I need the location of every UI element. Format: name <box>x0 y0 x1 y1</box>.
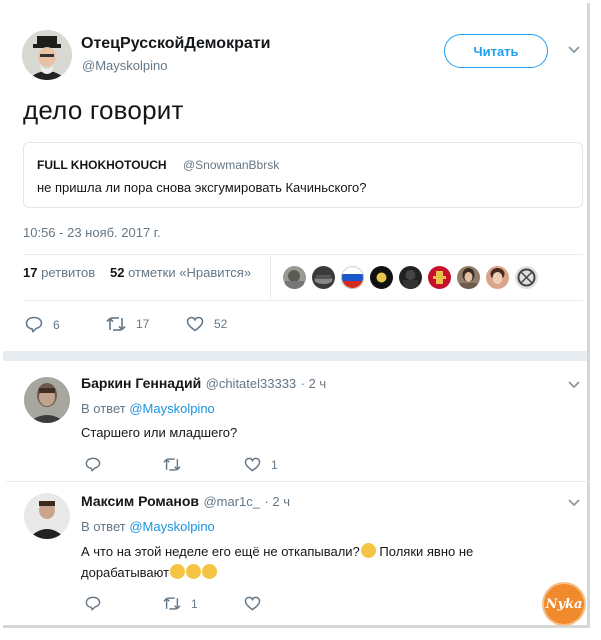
reply-to-handle[interactable]: @Mayskolpino <box>129 519 214 534</box>
chevron-down-icon[interactable] <box>567 380 581 390</box>
reply-header: Максим Романов @mar1c_ · 2 ч <box>81 493 290 511</box>
thinking-face-emoji <box>360 543 376 558</box>
retweet-count: 1 <box>191 596 198 611</box>
liker-avatar[interactable] <box>486 266 509 289</box>
liker-avatar[interactable] <box>341 266 364 289</box>
liker-avatar[interactable] <box>283 266 306 289</box>
like-action[interactable] <box>244 596 261 611</box>
reply-time[interactable]: · 2 ч <box>264 494 290 509</box>
retweet-action[interactable]: 17 <box>106 316 149 332</box>
retweets-label: ретвитов <box>41 265 96 280</box>
likes-count: 52 <box>110 265 125 280</box>
watermark-text: Nyka <box>545 596 583 612</box>
chevron-down-icon[interactable] <box>567 498 581 508</box>
divider <box>6 481 590 482</box>
quoted-tweet[interactable]: FULL KHOKHOTOUCH @SnowmanBbrsk не пришла… <box>23 142 583 208</box>
reply-icon <box>25 316 43 333</box>
reply-avatar[interactable] <box>24 493 70 539</box>
like-action[interactable]: 1 <box>244 457 278 472</box>
liker-avatar[interactable] <box>515 266 538 289</box>
reply-action[interactable] <box>85 596 101 611</box>
reply-author-name[interactable]: Максим Романов <box>81 493 199 509</box>
reply-author-name[interactable]: Баркин Геннадий <box>81 375 201 391</box>
author-avatar[interactable] <box>22 30 72 80</box>
reply-author-handle[interactable]: @chitatel33333 <box>206 376 297 391</box>
screenshot-frame: ОтецРусскойДемократи @Mayskolpino Читать… <box>3 3 590 628</box>
retweets-stat[interactable]: 17 ретвитов <box>23 265 95 280</box>
like-action[interactable]: 52 <box>186 316 227 332</box>
reply-time[interactable]: · 2 ч <box>301 376 327 391</box>
liker-avatar[interactable] <box>312 266 335 289</box>
reply-to-line: В ответ @Mayskolpino <box>81 401 215 416</box>
reply-to-prefix: В ответ <box>81 401 126 416</box>
reply-count: 6 <box>53 317 60 332</box>
reply-text: А что на этой неделе его ещё не откапыва… <box>81 541 501 583</box>
retweet-icon <box>163 458 181 471</box>
follow-button[interactable]: Читать <box>444 34 548 68</box>
reply-text-line2: дорабатывают <box>81 565 170 580</box>
reply-action[interactable] <box>85 457 101 472</box>
quoted-author-name: FULL KHOKHOTOUCH <box>37 158 167 172</box>
watermark-logo: Nyka <box>544 584 584 624</box>
heart-icon <box>244 457 261 472</box>
reply-to-prefix: В ответ <box>81 519 126 534</box>
laughing-tears-emoji <box>186 564 202 579</box>
tweet-text: дело говорит <box>23 95 184 125</box>
reply-text: Старшего или младшего? <box>81 425 238 440</box>
liker-avatar[interactable] <box>370 266 393 289</box>
reply-author-handle[interactable]: @mar1c_ <box>203 494 260 509</box>
author-name[interactable]: ОтецРусскойДемократи <box>81 35 270 53</box>
reply-action[interactable]: 6 <box>25 316 60 333</box>
likes-stat[interactable]: 52 отметки «Нравится» <box>110 265 251 280</box>
tweet-timestamp[interactable]: 10:56 - 23 нояб. 2017 г. <box>23 225 161 240</box>
reply-icon <box>85 457 101 472</box>
reply-to-line: В ответ @Mayskolpino <box>81 519 215 534</box>
author-handle[interactable]: @Mayskolpino <box>82 58 167 73</box>
section-divider <box>3 351 587 361</box>
liker-avatar[interactable] <box>399 266 422 289</box>
retweet-icon <box>106 317 126 331</box>
like-count: 52 <box>214 317 228 331</box>
liker-avatar[interactable] <box>457 266 480 289</box>
reply-avatar[interactable] <box>24 377 70 423</box>
retweet-count: 17 <box>136 317 150 331</box>
reply-to-handle[interactable]: @Mayskolpino <box>129 401 214 416</box>
reply-text-line1b: Поляки явно не <box>379 544 474 559</box>
retweets-count: 17 <box>23 265 38 280</box>
divider <box>23 254 583 255</box>
likes-label: отметки «Нравится» <box>128 265 252 280</box>
stats-separator <box>270 255 271 299</box>
heart-icon <box>186 316 204 332</box>
chevron-down-icon[interactable] <box>567 45 581 55</box>
divider <box>23 300 583 301</box>
reply-header: Баркин Геннадий @chitatel33333 · 2 ч <box>81 375 326 393</box>
laughing-tears-emoji <box>170 564 186 579</box>
liker-avatar[interactable] <box>428 266 451 289</box>
retweet-action[interactable] <box>163 457 181 472</box>
reply-icon <box>85 596 101 611</box>
retweet-icon <box>163 597 181 610</box>
reply-text-line1: А что на этой неделе его ещё не откапыва… <box>81 544 360 559</box>
heart-icon <box>244 596 261 611</box>
like-count: 1 <box>271 457 278 472</box>
retweet-action[interactable]: 1 <box>163 596 198 611</box>
quoted-author-handle: @SnowmanBbrsk <box>183 158 280 172</box>
quoted-tweet-text: не пришла ли пора снова эксгумировать Ка… <box>37 180 367 195</box>
laughing-tears-emoji <box>202 564 218 579</box>
